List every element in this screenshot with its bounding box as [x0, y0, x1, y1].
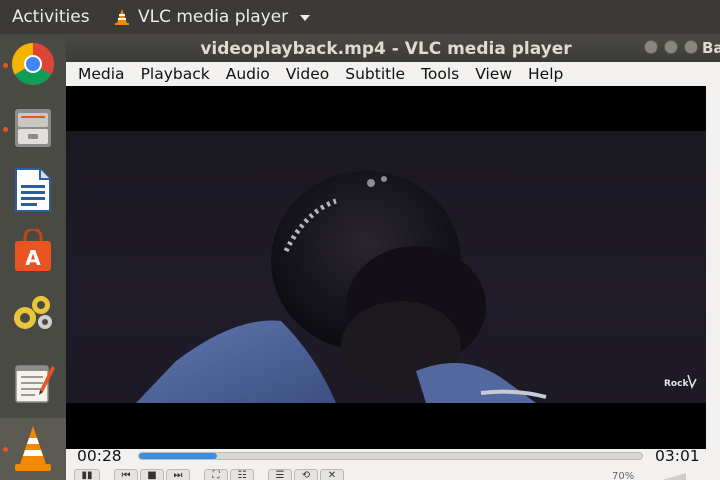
menu-view[interactable]: View: [467, 62, 520, 86]
menu-tools[interactable]: Tools: [413, 62, 467, 86]
window-title: videoplayback.mp4 - VLC media player: [200, 39, 572, 59]
video-area[interactable]: Rock: [66, 86, 706, 449]
menu-video[interactable]: Video: [278, 62, 337, 86]
document-writer-icon: [15, 168, 51, 212]
close-button[interactable]: [684, 40, 698, 54]
top-bar: Activities VLC media player: [0, 0, 720, 34]
vlc-cone-icon: [15, 426, 51, 471]
running-indicator: [3, 63, 8, 68]
total-time[interactable]: 03:01: [655, 447, 700, 465]
running-indicator: [3, 127, 8, 132]
watermark-logo-icon: [687, 374, 697, 389]
pause-button[interactable]: ▮▮: [74, 469, 100, 480]
extended-settings-button[interactable]: ☷: [230, 469, 254, 480]
chrome-icon: [11, 42, 55, 86]
dock-item-text-editor[interactable]: [0, 354, 66, 416]
dock-item-chrome[interactable]: [0, 34, 66, 96]
menu-bar: Media Playback Audio Video Subtitle Tool…: [66, 62, 706, 86]
dock-item-vlc[interactable]: [0, 418, 66, 480]
dock-item-software-center[interactable]: A: [0, 220, 66, 282]
previous-button[interactable]: ⏮: [114, 469, 138, 480]
background-window-title: Ba: [702, 39, 720, 57]
seek-progress: [139, 453, 217, 459]
chevron-down-icon: [300, 15, 311, 21]
file-cabinet-icon: [15, 109, 51, 147]
notepad-icon: [15, 365, 55, 403]
svg-text:A: A: [25, 246, 41, 270]
video-frame-image: Rock: [136, 171, 697, 403]
stop-button[interactable]: ■: [140, 469, 164, 480]
running-indicator: [3, 447, 8, 452]
vlc-icon: [115, 9, 129, 25]
dock-item-settings[interactable]: [0, 282, 66, 344]
maximize-button[interactable]: [664, 40, 678, 54]
activities-button[interactable]: Activities: [12, 7, 90, 27]
title-bar: videoplayback.mp4 - VLC media player Ba: [66, 34, 720, 62]
menu-playback[interactable]: Playback: [133, 62, 218, 86]
dock-item-writer[interactable]: [0, 158, 66, 220]
vlc-window: videoplayback.mp4 - VLC media player Ba …: [66, 34, 720, 480]
dock-item-files[interactable]: [0, 96, 66, 158]
volume-slider-icon[interactable]: [652, 473, 686, 480]
app-menu-label: VLC media player: [138, 7, 289, 27]
shuffle-button[interactable]: ✕: [320, 469, 344, 480]
volume-level[interactable]: 70%: [612, 471, 634, 480]
video-watermark: Rock: [664, 379, 689, 389]
playlist-button[interactable]: ☰: [268, 469, 292, 480]
seek-slider[interactable]: [138, 452, 643, 460]
fullscreen-button[interactable]: ⛶: [204, 469, 228, 480]
menu-subtitle[interactable]: Subtitle: [337, 62, 413, 86]
next-button[interactable]: ⏭: [166, 469, 190, 480]
elapsed-time[interactable]: 00:28: [77, 447, 122, 465]
shopping-bag-icon: A: [15, 229, 51, 271]
menu-audio[interactable]: Audio: [218, 62, 278, 86]
video-frame: Rock: [66, 131, 706, 403]
menu-media[interactable]: Media: [66, 62, 133, 86]
loop-button[interactable]: ⟲: [294, 469, 318, 480]
menu-help[interactable]: Help: [520, 62, 571, 86]
controls-panel: 00:28 03:01 ▮▮ ⏮ ■ ⏭ ⛶ ☷ ☰ ⟲ ✕ 70%: [66, 447, 720, 480]
app-menu[interactable]: VLC media player: [114, 7, 311, 27]
minimize-button[interactable]: [644, 40, 658, 54]
gears-icon: [14, 296, 52, 329]
dock: A: [0, 34, 66, 480]
